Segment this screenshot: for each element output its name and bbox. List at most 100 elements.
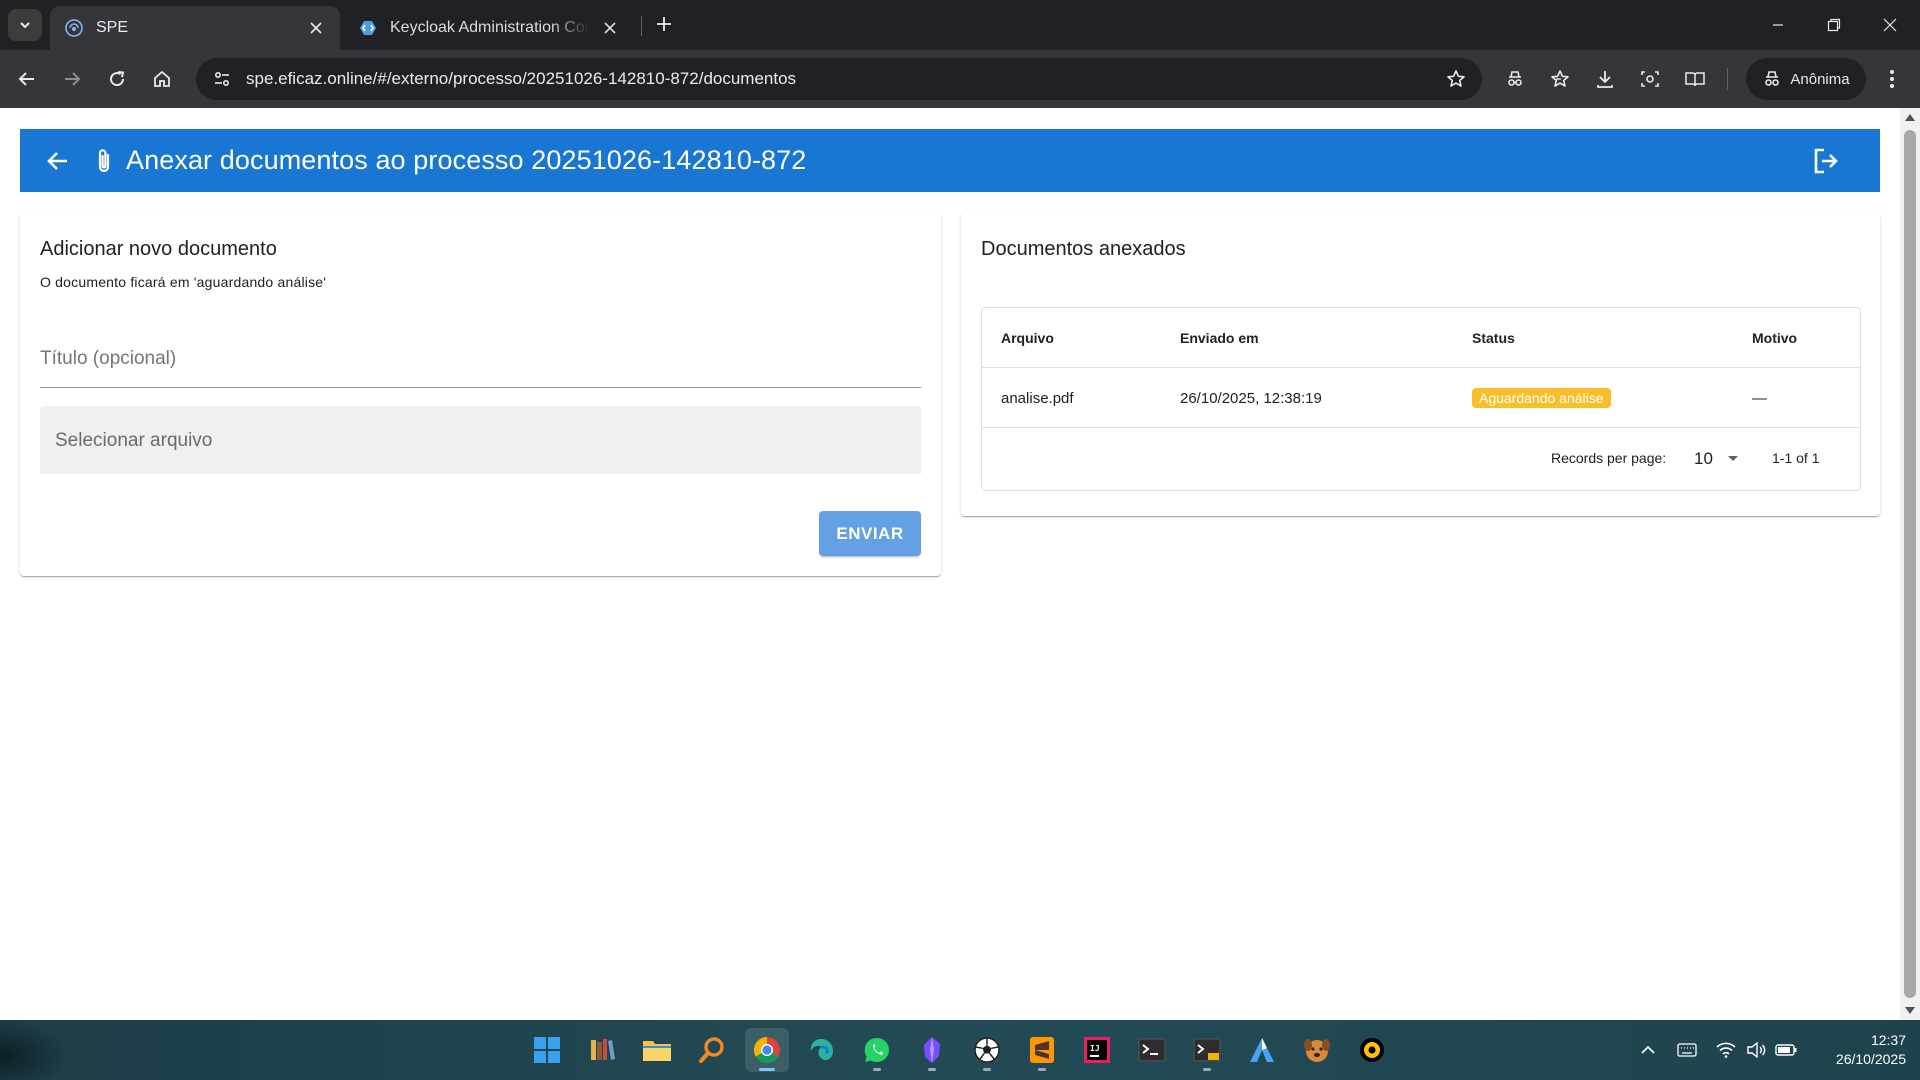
close-tab-icon[interactable] [600, 18, 620, 38]
chrome-icon [753, 1036, 780, 1064]
scrollbar-thumb[interactable] [1904, 130, 1916, 998]
magnifier-icon [699, 1037, 724, 1063]
cell-enviado-em: 26/10/2025, 12:38:19 [1180, 389, 1322, 407]
running-indicator [928, 1068, 936, 1071]
wifi-icon[interactable] [1712, 1036, 1740, 1064]
taskbar-search-app[interactable] [690, 1028, 734, 1072]
caret-down-icon [1727, 456, 1738, 461]
clock-time: 12:37 [1870, 1032, 1906, 1048]
restore-icon [1827, 18, 1841, 32]
back-button[interactable] [11, 63, 43, 95]
dog-icon [1304, 1039, 1330, 1062]
page-title: Anexar documentos ao processo 20251026-1… [126, 145, 807, 175]
scroll-down-arrow-icon[interactable] [1905, 1007, 1915, 1014]
restore-window-button[interactable] [1806, 0, 1862, 50]
attached-documents-card: Documentos anexados Arquivo Enviado em S… [961, 212, 1880, 516]
taskbar-settings-app[interactable] [1350, 1028, 1394, 1072]
keycloak-favicon-icon [358, 18, 378, 38]
arrow-left-icon [18, 72, 34, 86]
taskbar-edge-dev[interactable] [800, 1028, 844, 1072]
favorites-icon[interactable] [1544, 63, 1576, 95]
taskbar-obsidian[interactable] [910, 1028, 954, 1072]
incognito-extension-icon[interactable] [1499, 63, 1531, 95]
download-icon[interactable] [1589, 63, 1621, 95]
close-window-button[interactable] [1862, 0, 1918, 50]
windows-logo-icon [534, 1037, 560, 1063]
site-info-icon[interactable] [202, 58, 242, 100]
show-hidden-icons-button[interactable] [1634, 1036, 1662, 1064]
taskbar-sublime-text[interactable] [1020, 1028, 1064, 1072]
taskbar-library-app[interactable] [580, 1028, 624, 1072]
start-button[interactable] [525, 1028, 569, 1072]
browser-tabstrip: SPE Keycloak Administration Console [0, 0, 1920, 50]
forward-button[interactable] [56, 63, 88, 95]
minimize-window-button[interactable] [1750, 0, 1806, 50]
battery-icon[interactable] [1772, 1036, 1800, 1064]
tab-search-button[interactable] [8, 9, 42, 41]
pagination-range: 1-1 of 1 [1772, 450, 1820, 466]
running-indicator [1203, 1068, 1211, 1071]
taskbar-file-explorer[interactable] [635, 1028, 679, 1072]
clock-date: 26/10/2025 [1835, 1051, 1906, 1067]
column-header-motivo[interactable]: Motivo [1752, 308, 1797, 368]
tab-title: SPE [96, 19, 129, 36]
logout-button[interactable] [1808, 143, 1844, 179]
browser-tab-spe[interactable]: SPE [50, 6, 340, 50]
taskbar-intellij[interactable]: IJ [1075, 1028, 1119, 1072]
taskbar-dog-app[interactable] [1295, 1028, 1339, 1072]
plus-icon [657, 17, 671, 31]
profile-label: Anônima [1790, 70, 1850, 88]
file-select-input[interactable]: Selecionar arquivo [40, 406, 921, 474]
upload-document-card: Adicionar novo documento O documento fic… [20, 212, 941, 576]
browser-menu-button[interactable] [1876, 63, 1908, 95]
bookmark-star-icon[interactable] [1436, 58, 1476, 100]
table-row[interactable]: analise.pdf 26/10/2025, 12:38:19 Aguarda… [982, 368, 1860, 428]
reload-button[interactable] [101, 63, 133, 95]
column-header-enviado-em[interactable]: Enviado em [1180, 308, 1259, 368]
whatsapp-icon [864, 1037, 889, 1062]
home-button[interactable] [146, 63, 178, 95]
reading-mode-icon[interactable] [1679, 63, 1711, 95]
keyboard-tray-icon[interactable] [1673, 1036, 1701, 1064]
soccer-ball-icon [974, 1037, 1000, 1063]
browser-toolbar: spe.eficaz.online/#/externo/processo/202… [0, 50, 1920, 108]
taskbar-soccer-app[interactable] [965, 1028, 1009, 1072]
upload-card-subtitle: O documento ficará em 'aguardando anális… [40, 274, 327, 290]
active-indicator [759, 1068, 775, 1071]
system-clock[interactable]: 12:37 26/10/2025 [1810, 1031, 1906, 1069]
close-tab-icon[interactable] [306, 18, 326, 38]
address-bar[interactable]: spe.eficaz.online/#/externo/processo/202… [196, 58, 1482, 100]
records-per-page-label: Records per page: [1551, 450, 1667, 466]
screenshot-icon[interactable] [1634, 63, 1666, 95]
page-scrollbar[interactable] [1900, 108, 1920, 1020]
taskbar-arc-app[interactable] [1240, 1028, 1284, 1072]
tab-separator [641, 16, 642, 36]
send-button[interactable]: ENVIAR [819, 511, 921, 556]
column-header-arquivo[interactable]: Arquivo [1001, 308, 1054, 368]
app-header: Anexar documentos ao processo 20251026-1… [20, 129, 1880, 192]
taskbar-terminal[interactable] [1130, 1028, 1174, 1072]
terminal-icon [1138, 1038, 1166, 1062]
close-icon [1883, 18, 1897, 32]
page-content: Anexar documentos ao processo 20251026-1… [0, 108, 1900, 1020]
volume-icon[interactable] [1742, 1036, 1770, 1064]
taskbar-terminal-canary[interactable] [1185, 1028, 1229, 1072]
records-per-page-select[interactable]: 10 [1694, 445, 1752, 473]
gear-icon [1360, 1038, 1384, 1062]
obsidian-icon [924, 1037, 940, 1063]
document-title-input[interactable]: Título (opcional) [40, 326, 921, 388]
scroll-up-arrow-icon[interactable] [1905, 114, 1915, 121]
browser-tab-keycloak[interactable]: Keycloak Administration Console [344, 6, 634, 50]
taskbar-chrome[interactable] [745, 1028, 789, 1072]
running-indicator [873, 1068, 881, 1071]
back-nav-button[interactable] [40, 143, 76, 179]
wallpaper-corner [0, 1020, 70, 1080]
column-header-status[interactable]: Status [1472, 308, 1515, 368]
edge-icon [810, 1039, 833, 1061]
taskbar-whatsapp[interactable] [855, 1028, 899, 1072]
spe-favicon-icon [64, 18, 84, 38]
url-text[interactable]: spe.eficaz.online/#/externo/processo/202… [246, 69, 1436, 89]
svg-text:IJ: IJ [1090, 1044, 1100, 1053]
new-tab-button[interactable] [650, 10, 678, 38]
incognito-profile-button[interactable]: Anônima [1746, 58, 1866, 100]
